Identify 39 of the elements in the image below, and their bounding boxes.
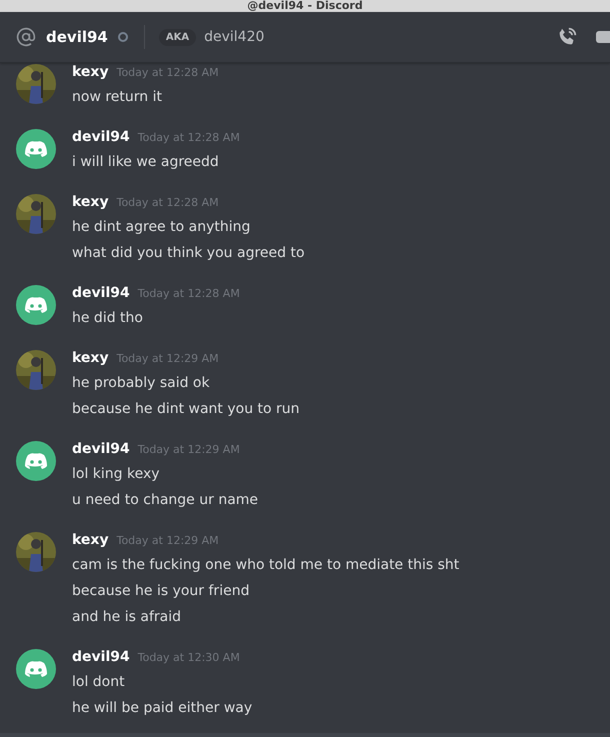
message-text: he probably said ok xyxy=(72,374,211,393)
message-text: what did you think you agreed to xyxy=(72,244,305,263)
timestamp: Today at 12:30 AM xyxy=(138,651,240,664)
timestamp: Today at 12:28 AM xyxy=(138,287,240,300)
author-name: kexy xyxy=(72,532,109,548)
timestamp: Today at 12:29 AM xyxy=(116,352,219,365)
gamepad-avatar-icon xyxy=(16,649,56,689)
author-name: kexy xyxy=(72,350,109,366)
at-sign-icon xyxy=(16,27,36,47)
message-text: cam is the fucking one who told me to mediate this sht xyxy=(72,556,460,575)
timestamp: Today at 12:28 AM xyxy=(116,66,219,79)
author-name: devil94 xyxy=(72,285,130,301)
author-name: devil94 xyxy=(72,649,130,665)
author-name: kexy xyxy=(72,194,109,210)
timestamp: Today at 12:29 AM xyxy=(138,443,240,456)
message-text: i will like we agreedd xyxy=(72,153,220,172)
message-text: he dint agree to anything xyxy=(72,218,252,237)
timestamp: Today at 12:28 AM xyxy=(116,196,219,209)
message-text: lol dont xyxy=(72,673,126,692)
author-name: devil94 xyxy=(72,129,130,145)
gamepad-avatar-icon xyxy=(16,441,56,481)
alias-name: devil420 xyxy=(204,29,264,45)
message-text: u need to change ur name xyxy=(72,491,258,510)
message-text: and he is afraid xyxy=(72,608,182,627)
aka-label: AKA xyxy=(158,28,196,46)
message-text: now return it xyxy=(72,88,163,107)
message-text: he did tho xyxy=(72,309,144,328)
window-title: @devil94 - Discord xyxy=(247,0,363,12)
author-name: devil94 xyxy=(72,441,130,457)
timestamp: Today at 12:29 AM xyxy=(116,534,219,547)
message-text: because he is your friend xyxy=(72,582,250,601)
message-text: because he dint want you to run xyxy=(72,400,300,419)
message-text: lol king kexy xyxy=(72,465,161,484)
gamepad-avatar-icon xyxy=(16,285,56,325)
author-name: kexy xyxy=(72,64,109,80)
channel-name: devil94 xyxy=(46,28,108,46)
gamepad-avatar-icon xyxy=(16,129,56,169)
timestamp: Today at 12:28 AM xyxy=(138,131,240,144)
message-text: he will be paid either way xyxy=(72,699,252,718)
